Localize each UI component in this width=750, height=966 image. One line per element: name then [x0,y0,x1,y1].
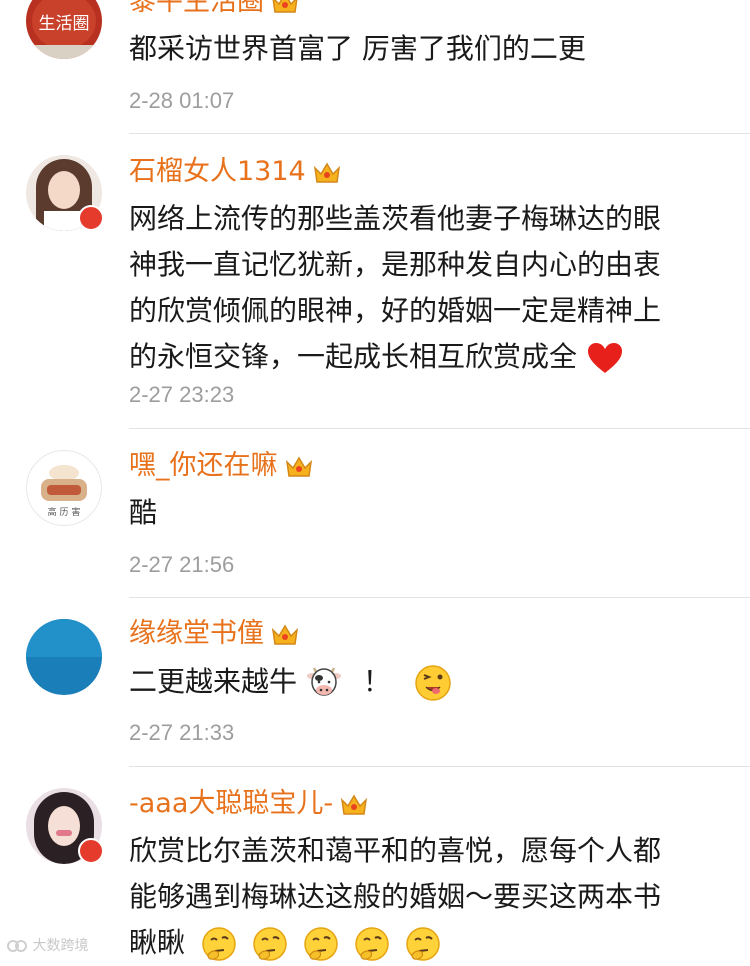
wink-emoji [415,665,451,701]
crown-icon [272,0,298,13]
username[interactable]: -aaa大聪聪宝儿- [129,784,333,824]
divider [129,133,750,134]
heart-emoji [587,343,622,373]
comment-text: 都采访世界首富了 厉害了我们的二更 [129,32,586,65]
watermark-logo-icon [7,940,27,952]
thinking-emoji [253,927,287,961]
comment-line: 的欣赏倾佩的眼神，好的婚姻一定是精神上 [129,294,662,327]
comment-line: 的永恒交锋，一起成长相互欣赏成全 [129,340,578,373]
thinking-emoji [303,927,338,961]
username[interactable]: 缘缘堂书僮 [129,614,264,654]
crown-icon [271,624,299,645]
username[interactable]: 嘿_你还在嘛 [129,446,278,486]
timestamp: 2-27 23:23 [129,382,235,407]
cow-emoji [306,667,341,696]
avatar[interactable] [26,619,102,695]
avatar[interactable]: 高 历 害 [26,450,102,526]
comment-line: 网络上流传的那些盖茨看他妻子梅琳达的眼 [129,202,662,235]
comment-line: 二更越来越牛 [129,665,298,698]
emoji-row [200,926,442,961]
divider [129,428,750,429]
divider [129,766,750,767]
thinking-emoji [405,927,440,961]
comment-text: 欣赏比尔盖茨和蔼平和的喜悦，愿每个人都 能够遇到梅琳达这般的婚姻～要买这两本书 … [129,828,729,966]
avatar-label: 高 历 害 [47,508,81,518]
avatar[interactable]: 生活圈 [26,0,102,59]
comment-punctuation: ！ [362,665,391,698]
comment-line: 神我一直记忆犹新，是那种发自内心的由衷 [129,248,662,281]
comment-line: 能够遇到梅琳达这般的婚姻～要买这两本书 [129,880,662,913]
avatar-label: 生活圈 [38,14,90,34]
verified-badge-icon [78,838,104,864]
crown-icon [285,456,312,477]
comment-line: 瞅瞅 [129,926,186,959]
comment-text: 网络上流传的那些盖茨看他妻子梅琳达的眼 神我一直记忆犹新，是那种发自内心的由衷 … [129,196,729,380]
thinking-emoji [354,927,389,961]
thinking-emoji [202,927,236,961]
timestamp: 2-28 01:07 [129,88,235,113]
crown-icon [313,162,340,183]
timestamp: 2-27 21:56 [129,552,235,577]
comment-line: 欣赏比尔盖茨和蔼平和的喜悦，愿每个人都 [129,834,662,867]
divider [129,597,750,598]
username[interactable]: 黎平生活圈 [129,0,264,22]
comment-text: 酷 [129,496,158,529]
timestamp: 2-27 21:33 [129,720,235,745]
verified-badge-icon [78,205,104,231]
crown-icon [341,794,368,815]
watermark-text: 大数跨境 [32,938,89,954]
comment-text: 二更越来越牛 ！ [129,659,729,705]
username[interactable]: 石榴女人1314 [129,152,306,192]
watermark: 大数跨境 [6,935,88,955]
